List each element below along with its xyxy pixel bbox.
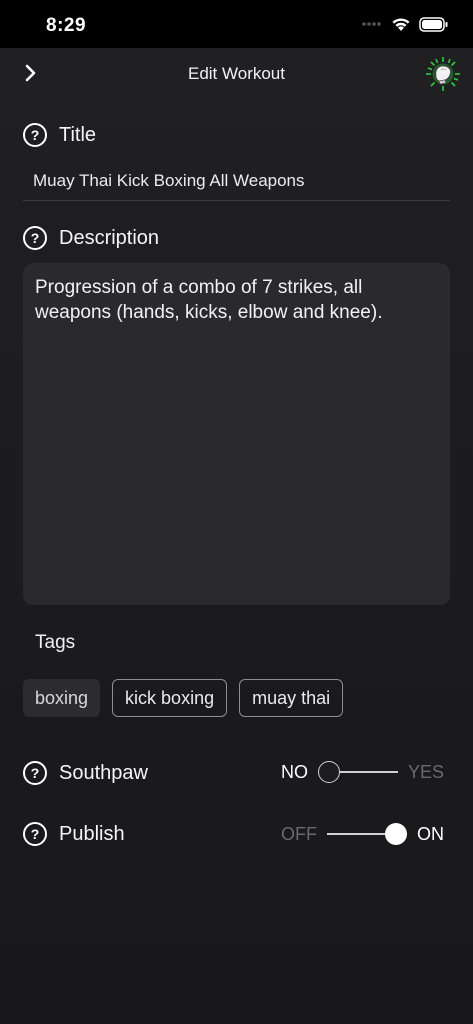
southpaw-no-option[interactable]: NO	[281, 762, 308, 783]
tag-boxing[interactable]: boxing	[23, 679, 101, 717]
publish-label-row: ? Publish	[23, 822, 125, 846]
title-underline	[23, 200, 450, 201]
title-help-icon[interactable]: ?	[23, 123, 47, 147]
edit-workout-screen: Edit Workout ? Title Muay Thai Kick Boxi…	[0, 48, 473, 1024]
wifi-icon	[392, 18, 410, 31]
title-input[interactable]: Muay Thai Kick Boxing All Weapons	[33, 171, 305, 191]
description-help-icon[interactable]: ?	[23, 226, 47, 250]
tag-muay-thai[interactable]: muay thai	[239, 679, 344, 717]
southpaw-switch[interactable]	[317, 760, 398, 784]
status-time: 8:29	[46, 15, 87, 36]
title-label: Title	[59, 123, 97, 146]
tags-label: Tags	[35, 632, 76, 653]
status-icons	[361, 16, 449, 32]
publish-help-icon[interactable]: ?	[23, 822, 47, 846]
description-label-row: ? Description	[23, 226, 159, 250]
nav-bar: Edit Workout	[0, 48, 473, 100]
publish-label: Publish	[59, 822, 125, 845]
description-label: Description	[59, 226, 160, 249]
southpaw-help-icon[interactable]: ?	[23, 761, 47, 785]
tag-kick-boxing[interactable]: kick boxing	[112, 679, 228, 717]
title-label-row: ? Title	[23, 123, 96, 147]
boxing-glove-button[interactable]	[425, 56, 461, 92]
boxing-glove-icon	[426, 57, 460, 91]
southpaw-toggle: NO YES	[281, 760, 444, 784]
tags-list: boxing kick boxing muay thai	[23, 679, 344, 717]
cellular-signal-icon	[362, 22, 381, 26]
page-title: Edit Workout	[187, 64, 285, 83]
publish-on-option[interactable]: ON	[417, 824, 444, 845]
status-bar: 8:29	[0, 0, 473, 48]
publish-switch-knob[interactable]	[385, 823, 407, 845]
southpaw-yes-option[interactable]: YES	[408, 762, 444, 783]
publish-toggle: OFF ON	[281, 822, 444, 846]
publish-switch[interactable]	[327, 822, 407, 846]
publish-off-option[interactable]: OFF	[281, 824, 317, 845]
southpaw-label: Southpaw	[59, 761, 148, 784]
southpaw-label-row: ? Southpaw	[23, 761, 148, 785]
southpaw-switch-knob[interactable]	[317, 761, 340, 783]
description-textarea[interactable]: Progression of a combo of 7 strikes, all…	[23, 263, 450, 605]
battery-icon	[419, 16, 448, 32]
